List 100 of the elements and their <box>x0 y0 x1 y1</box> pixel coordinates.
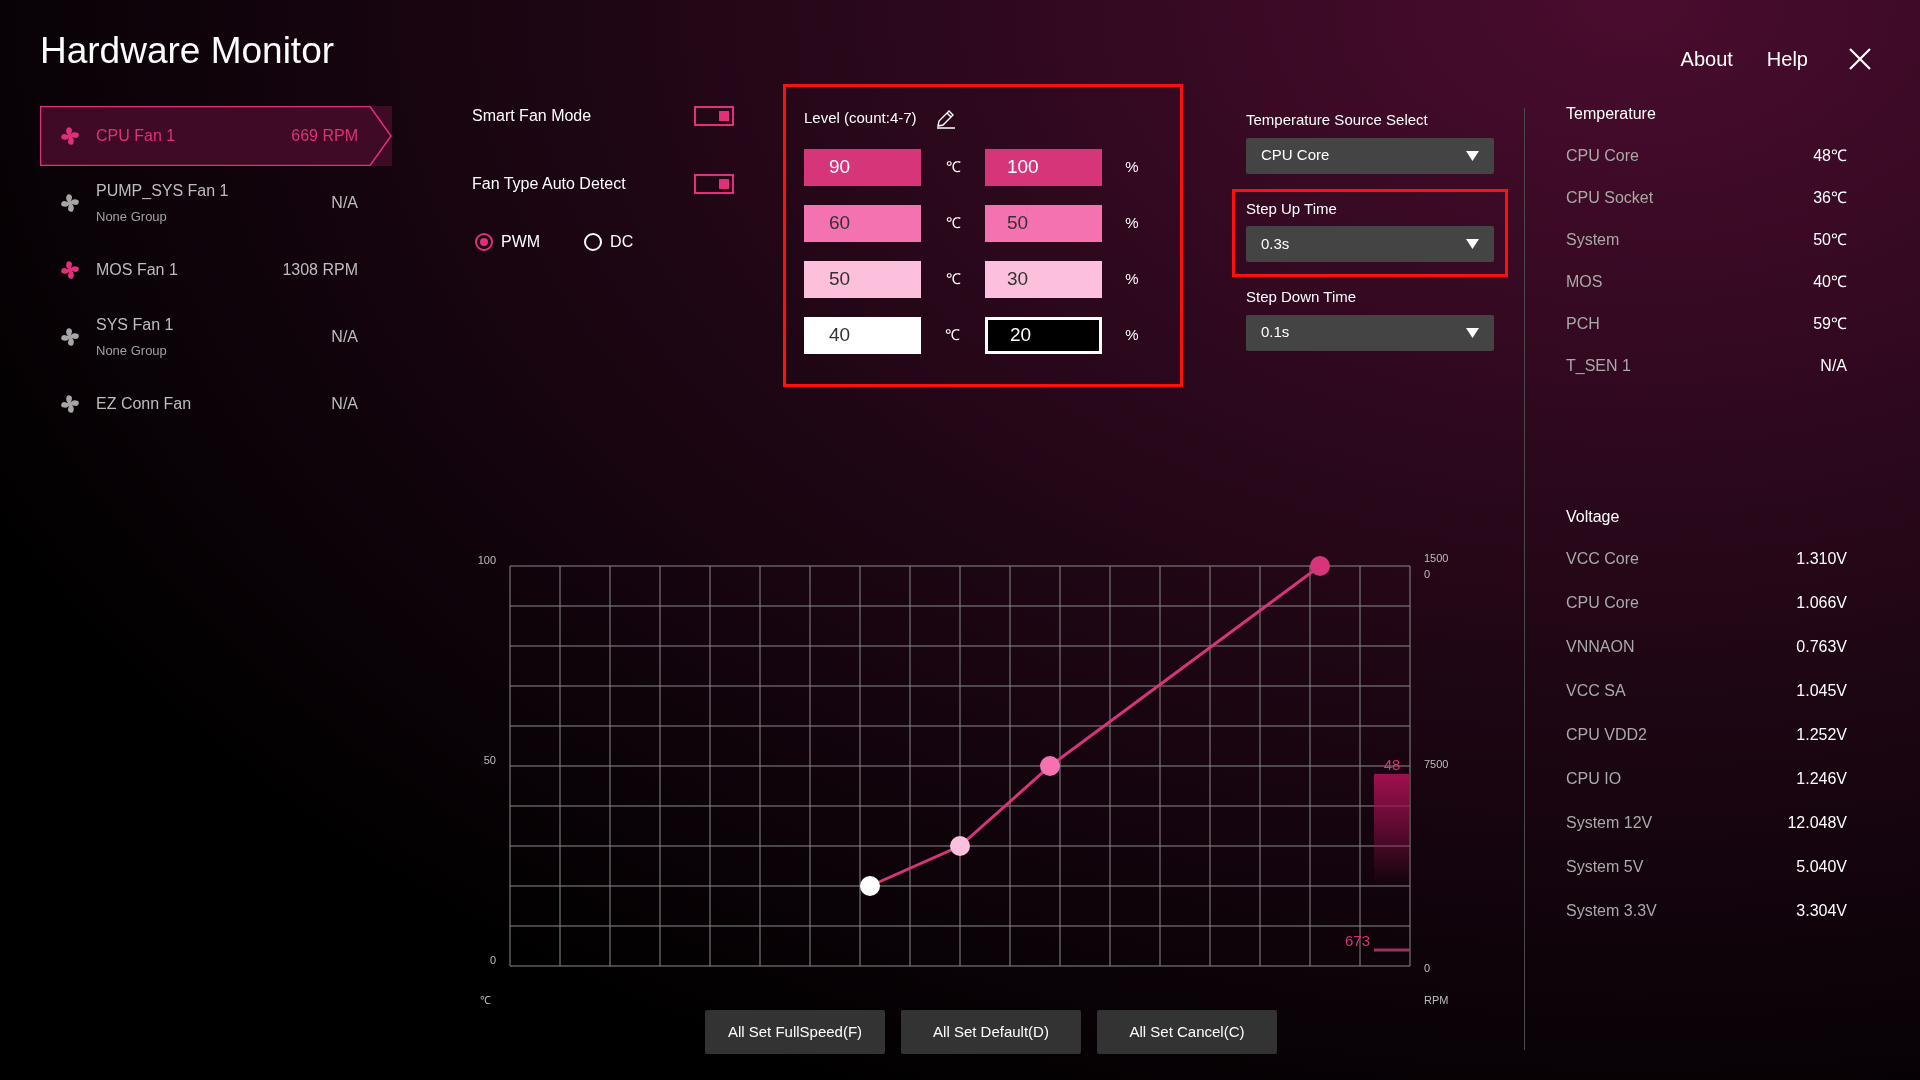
fan-speed: N/A <box>331 193 358 213</box>
curve-point[interactable] <box>950 836 970 856</box>
sensor-value: 48℃ <box>1813 146 1847 166</box>
sensor-value: 1.252V <box>1796 725 1847 745</box>
curve-point[interactable] <box>860 876 880 896</box>
pencil-icon[interactable] <box>934 107 957 129</box>
sensor-name: VNNAON <box>1566 637 1635 657</box>
fan-speed: 1308 RPM <box>282 260 358 280</box>
sensor-value: 36℃ <box>1813 188 1847 208</box>
axis-tick: 0 <box>1424 962 1431 974</box>
unit-label: ℃ <box>944 157 962 178</box>
sensor-value: 12.048V <box>1787 813 1847 833</box>
sensor-value: 40℃ <box>1813 272 1847 292</box>
sensor-name: System <box>1566 230 1620 250</box>
sensor-name: CPU Socket <box>1566 188 1654 208</box>
dropdown[interactable]: CPU Core <box>1246 137 1494 174</box>
fan-speed: N/A <box>331 394 358 414</box>
fan-item[interactable]: CPU Fan 1 669 RPM <box>40 106 392 166</box>
dropdown[interactable]: 0.3s <box>1246 226 1494 262</box>
fan-item[interactable]: MOS Fan 1 1308 RPM <box>40 240 392 300</box>
sensor-value: 1.246V <box>1796 769 1847 789</box>
fan-speed: N/A <box>331 327 358 347</box>
temperature-reading: 48 <box>1383 756 1401 773</box>
sensor-name: CPU IO <box>1566 769 1622 789</box>
fan-item[interactable]: PUMP_SYS Fan 1 None Group N/A <box>40 173 392 233</box>
nav-link[interactable]: Help <box>1766 44 1808 74</box>
unit-label: % <box>1124 269 1140 290</box>
sensor-name: CPU Core <box>1566 593 1639 613</box>
dropdown-label: Step Up Time <box>1246 198 1338 219</box>
toggle-switch[interactable] <box>694 174 734 194</box>
axis-unit: ℃ <box>480 994 491 1006</box>
unit-label: ℃ <box>944 213 962 234</box>
nav-link[interactable]: About <box>1680 44 1733 74</box>
sensor-value: 1.310V <box>1796 549 1847 569</box>
toggle-switch[interactable] <box>694 106 734 126</box>
sensor-name: System 12V <box>1566 813 1653 833</box>
fan-group: None Group <box>96 207 332 227</box>
sensor-name: T_SEN 1 <box>1566 356 1631 376</box>
sensor-name: System 3.3V <box>1566 901 1657 921</box>
unit-label: % <box>1124 213 1140 234</box>
percent-field[interactable]: 50 <box>985 205 1102 242</box>
fan-name: EZ Conn Fan <box>96 394 193 414</box>
rpm-marker <box>1374 948 1410 952</box>
fan-name: SYS Fan 1 <box>96 315 175 336</box>
dropdown[interactable]: 0.1s <box>1246 314 1494 351</box>
sensor-name: VCC SA <box>1566 681 1626 701</box>
sensor-value: 0.763V <box>1796 637 1847 657</box>
fan-name: CPU Fan 1 <box>96 126 177 146</box>
window-title: Hardware Monitor <box>40 32 335 69</box>
sensor-value: 59℃ <box>1813 314 1847 334</box>
dropdown-label: Temperature Source Select <box>1246 110 1429 130</box>
sensor-name: CPU Core <box>1566 146 1639 166</box>
curve-point[interactable] <box>1040 756 1060 776</box>
percent-field[interactable]: 100 <box>985 149 1102 186</box>
section-title: Temperature <box>1566 104 1657 124</box>
sensor-name: System 5V <box>1566 857 1644 877</box>
axis-tick: 1500 <box>1424 552 1449 564</box>
sensor-name: CPU VDD2 <box>1566 725 1647 745</box>
close-icon[interactable] <box>1848 47 1872 71</box>
radio-option[interactable]: PWM <box>475 230 541 254</box>
sensor-value: 50℃ <box>1813 230 1847 250</box>
action-button[interactable]: All Set Cancel(C) <box>1097 1010 1277 1054</box>
unit-label: % <box>1124 325 1140 346</box>
fan-speed: 669 RPM <box>291 126 358 146</box>
sensor-value: 3.304V <box>1796 901 1847 921</box>
caret-icon <box>1466 327 1479 338</box>
axis-tick: 0 <box>1424 568 1431 580</box>
unit-label: % <box>1124 157 1140 178</box>
caret-icon <box>1466 239 1479 249</box>
axis-tick: 100 <box>477 554 496 566</box>
radio-option[interactable]: DC <box>584 230 634 254</box>
temperature-field[interactable]: 90 <box>804 149 922 186</box>
sensor-value: 5.040V <box>1796 857 1847 877</box>
sensor-name: PCH <box>1566 314 1600 334</box>
axis-unit: RPM <box>1424 994 1449 1006</box>
axis-tick: 50 <box>483 754 496 766</box>
action-button[interactable]: All Set FullSpeed(F) <box>705 1010 885 1054</box>
fan-item[interactable]: SYS Fan 1 None Group N/A <box>40 307 392 367</box>
sensor-name: VCC Core <box>1566 549 1639 569</box>
switch-label: Smart Fan Mode <box>472 106 592 126</box>
temperature-field[interactable]: 50 <box>804 261 922 298</box>
percent-field[interactable]: 20 <box>984 317 1102 354</box>
temperature-field[interactable]: 60 <box>804 205 922 242</box>
axis-tick: 0 <box>489 954 496 966</box>
dropdown-label: Step Down Time <box>1246 287 1358 307</box>
unit-label: ℃ <box>944 325 962 346</box>
sensor-value: 1.045V <box>1796 681 1847 701</box>
fan-name: PUMP_SYS Fan 1 <box>96 181 230 202</box>
fan-group: None Group <box>96 341 332 361</box>
action-button[interactable]: All Set Default(D) <box>901 1010 1081 1054</box>
sensor-value: N/A <box>1820 356 1847 376</box>
fan-name: MOS Fan 1 <box>96 260 179 280</box>
temperature-field[interactable]: 40 <box>804 317 921 354</box>
unit-label: ℃ <box>944 269 962 290</box>
fan-item[interactable]: EZ Conn Fan N/A <box>40 374 392 434</box>
caret-icon <box>1466 150 1479 161</box>
percent-field[interactable]: 30 <box>985 261 1102 298</box>
switch-label: Fan Type Auto Detect <box>472 174 626 194</box>
level-title: Level (count:4-7) <box>804 107 917 128</box>
axis-tick: 7500 <box>1424 758 1449 770</box>
